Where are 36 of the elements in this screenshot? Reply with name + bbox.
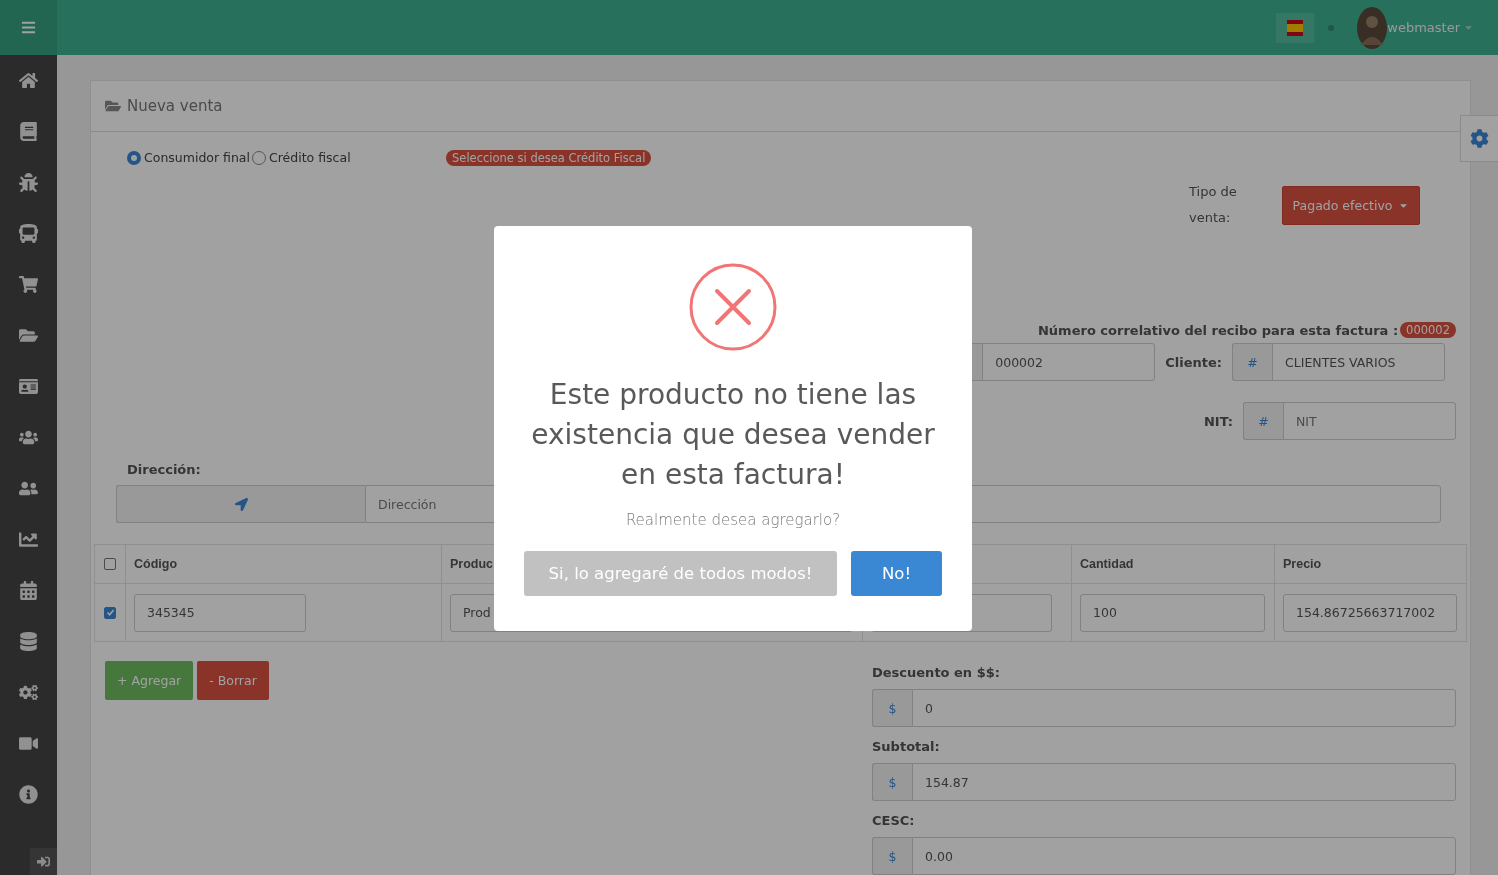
total-field[interactable]: 154.87: [912, 763, 1456, 801]
total-field[interactable]: 0: [912, 689, 1456, 727]
radio-option[interactable]: Crédito fiscal: [252, 150, 351, 165]
column-header: Produc: [450, 557, 494, 571]
input-addon: #: [1243, 402, 1283, 440]
client-label: Cliente:: [1165, 354, 1222, 370]
nit-field[interactable]: NIT: [1283, 402, 1456, 440]
table-field[interactable]: 154.86725663717002: [1283, 593, 1457, 632]
dialog-title: Este producto no tiene las existencia que desea vender en esta factura!: [530, 377, 936, 493]
address-label: Dirección:: [127, 462, 201, 477]
table-field[interactable]: 100: [1080, 593, 1265, 632]
receipt-number-label: Número correlativo del recibo para esta factura :: [1038, 322, 1399, 338]
radio-option[interactable]: Consumidor final: [127, 150, 250, 165]
sale-type-dropdown[interactable]: Pagado efectivo: [1282, 185, 1420, 225]
column-header: Precio: [1283, 557, 1322, 571]
receipt-number-badge: 000002: [1400, 322, 1456, 338]
dialog-text: Realmente desea agregarlo?: [625, 511, 841, 529]
table-field[interactable]: 345345: [134, 593, 306, 632]
client-field[interactable]: CLIENTES VARIOS: [1272, 343, 1445, 381]
hint-badge: Seleccione si desea Crédito Fiscal: [446, 149, 652, 166]
column-header: Cantidad: [1080, 557, 1134, 571]
total-field[interactable]: 0.00: [912, 837, 1456, 875]
total-label: CESC:: [872, 813, 915, 828]
input-addon: $: [872, 837, 912, 875]
input-addon: $: [872, 689, 912, 727]
sale-type-label: Tipo de venta:: [1189, 183, 1238, 227]
invoice-number-field[interactable]: 000002: [982, 343, 1156, 381]
total-label: Subtotal:: [872, 739, 940, 754]
input-addon: $: [872, 763, 912, 801]
column-header: Código: [134, 557, 178, 571]
delete-button[interactable]: - Borrar: [197, 661, 269, 700]
nit-label: NIT:: [1203, 413, 1233, 429]
cancel-button[interactable]: No!: [851, 551, 942, 596]
panel-title: Nueva venta: [127, 97, 223, 115]
total-label: Descuento en $$:: [872, 665, 1000, 680]
input-addon: #: [1232, 343, 1272, 381]
